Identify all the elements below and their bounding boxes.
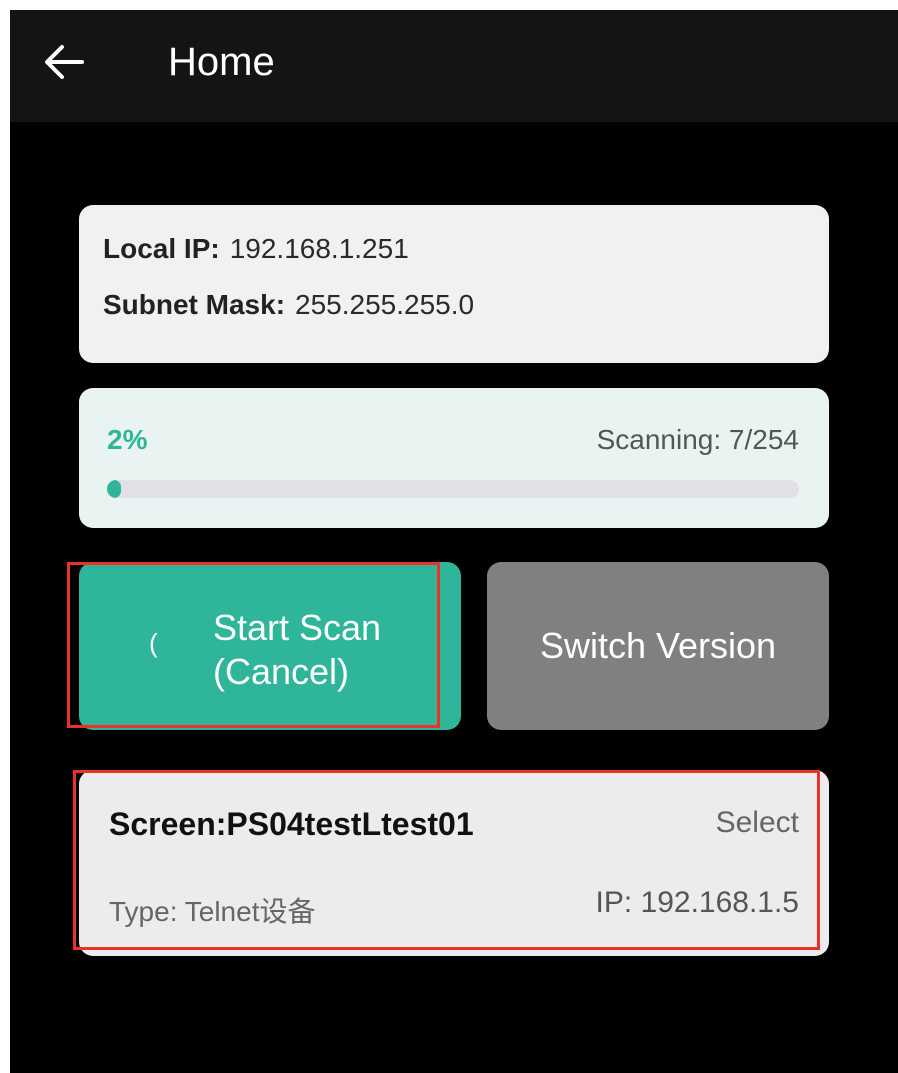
network-info-card: Local IP: 192.168.1.251 Subnet Mask: 255.2… bbox=[79, 205, 829, 363]
start-scan-button[interactable]: ( Start Scan (Cancel) bbox=[79, 562, 461, 730]
subnet-mask-value: 255.255.255.0 bbox=[295, 289, 475, 320]
scan-progress-card: 2% Scanning: 7/254 bbox=[79, 388, 829, 528]
scan-status-text: Scanning: 7/254 bbox=[596, 424, 799, 455]
progress-track bbox=[107, 480, 799, 498]
app-bar: Home bbox=[10, 10, 898, 122]
device-name: Screen:PS04testLtest01 bbox=[109, 806, 474, 842]
app-screen: Home Local IP: 192.168.1.251 Subnet Mask:… bbox=[10, 10, 898, 1073]
switch-version-button[interactable]: Switch Version bbox=[487, 562, 829, 730]
start-scan-line1: Start Scan bbox=[213, 607, 382, 648]
device-list-item[interactable]: Screen:PS04testLtest01 Select Type: Teln… bbox=[79, 770, 829, 956]
device-type: Type: Telnet设备 bbox=[109, 896, 316, 927]
page-title: Home bbox=[168, 40, 275, 84]
select-device-button[interactable]: Select bbox=[716, 806, 799, 840]
device-ip: IP: 192.168.1.5 bbox=[595, 886, 800, 919]
progress-percent: 2% bbox=[107, 424, 148, 455]
start-scan-line2: (Cancel) bbox=[213, 651, 350, 692]
progress-fill bbox=[107, 480, 121, 498]
loading-spinner-icon: ( bbox=[149, 628, 158, 658]
subnet-mask-row: Subnet Mask: 255.255.255.0 bbox=[103, 289, 474, 321]
back-button[interactable] bbox=[38, 36, 90, 88]
subnet-mask-label: Subnet Mask: bbox=[103, 289, 286, 320]
local-ip-value: 192.168.1.251 bbox=[229, 233, 409, 264]
arrow-left-icon bbox=[45, 45, 84, 79]
local-ip-label: Local IP: bbox=[103, 233, 220, 264]
start-scan-label: Start Scan (Cancel) bbox=[213, 606, 381, 694]
local-ip-row: Local IP: 192.168.1.251 bbox=[103, 233, 409, 265]
